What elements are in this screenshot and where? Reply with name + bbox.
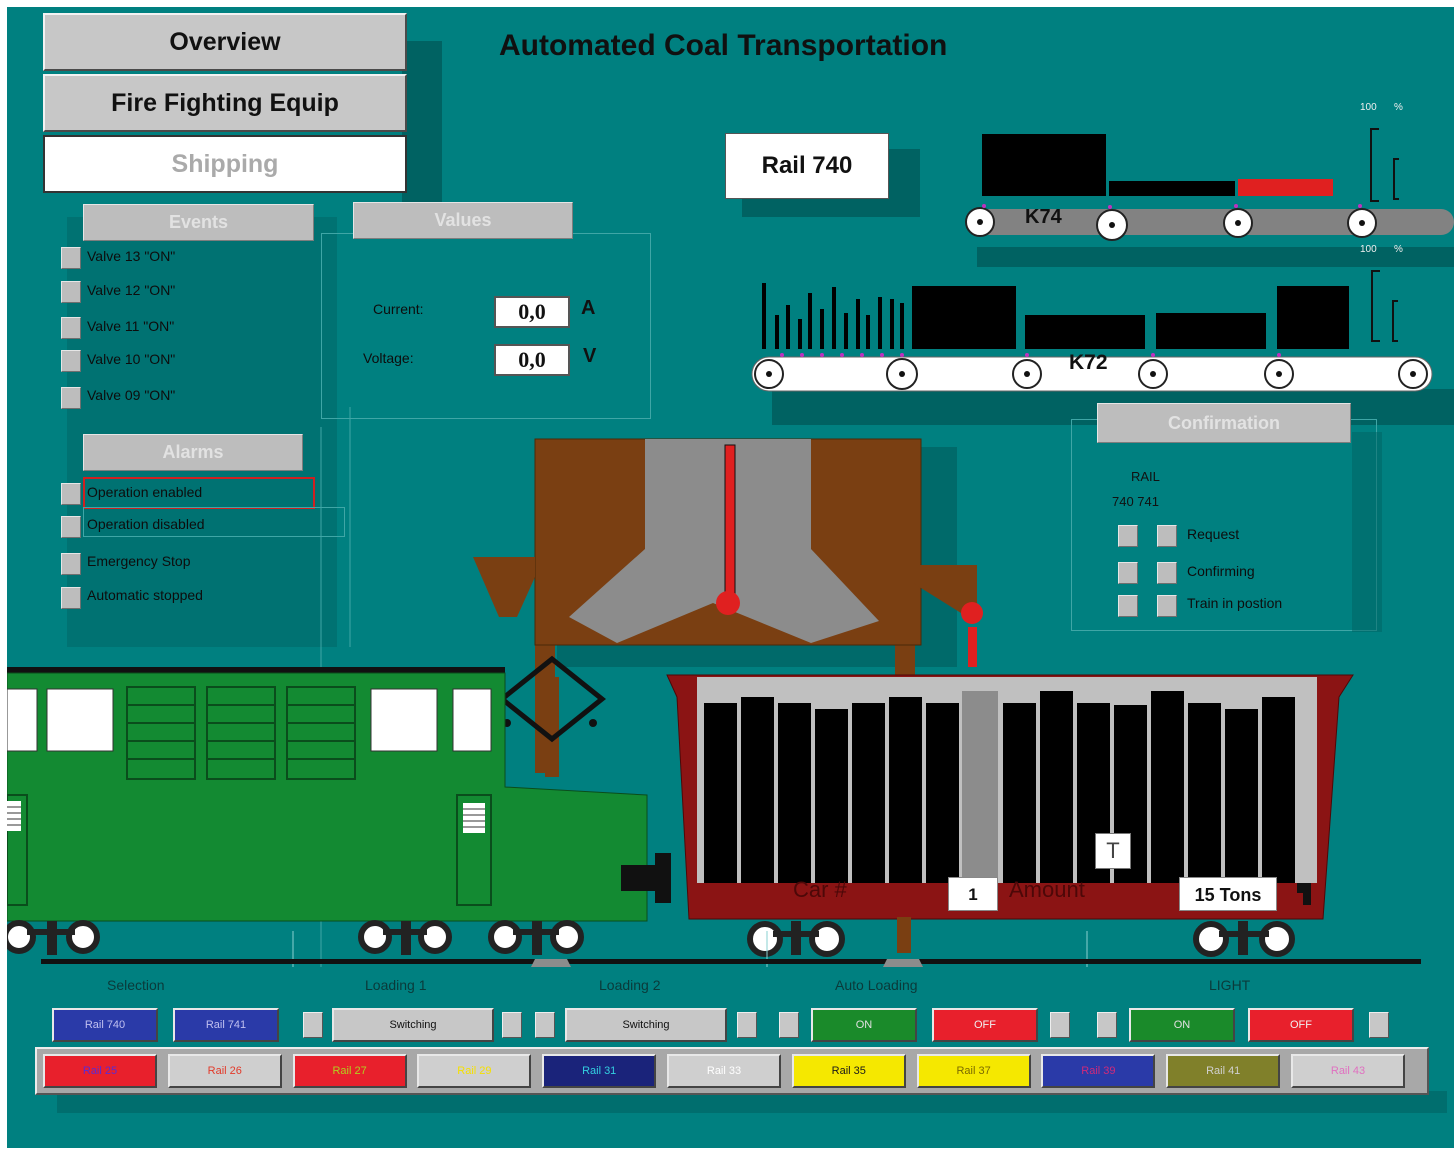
car-number-label: Car # <box>793 877 847 902</box>
rail-button[interactable]: Rail 29 <box>417 1054 532 1088</box>
k74-load-block-red <box>1238 179 1333 196</box>
event-item: Valve 13 "ON" <box>87 248 176 264</box>
amount-label: Amount <box>1009 877 1085 902</box>
k72-scale-max: 100 <box>1360 244 1377 255</box>
values-header: Values <box>353 202 573 239</box>
loading1-indicator[interactable] <box>502 1012 522 1038</box>
loading1-indicator[interactable] <box>303 1012 323 1038</box>
loading2-label: Loading 2 <box>599 977 661 993</box>
rail-button[interactable]: Rail 26 <box>167 1054 282 1088</box>
conveyor-k72 <box>751 270 1454 425</box>
hmi-screen: Overview Fire Fighting Equip Shipping Au… <box>7 7 1454 1148</box>
light-off-button[interactable]: OFF <box>1248 1008 1354 1042</box>
k74-label: K74 <box>1025 206 1062 228</box>
light-indicator[interactable] <box>1097 1012 1117 1038</box>
rail-button[interactable]: Rail 39 <box>1041 1054 1156 1088</box>
rail-button[interactable]: Rail 37 <box>916 1054 1031 1088</box>
events-header: Events <box>83 204 314 241</box>
k74-scale-unit: % <box>1394 102 1403 113</box>
event-item: Valve 10 "ON" <box>87 351 176 367</box>
rail-741-select-button[interactable]: Rail 741 <box>173 1008 279 1042</box>
rail-button[interactable]: Rail 31 <box>542 1054 657 1088</box>
event-item: Valve 09 "ON" <box>87 387 176 403</box>
current-label: Current: <box>373 301 424 317</box>
auto-loading-indicator[interactable] <box>1050 1012 1070 1038</box>
rail-button[interactable]: Rail 33 <box>667 1054 781 1088</box>
page-title: Automated Coal Transportation <box>499 29 948 62</box>
loading1-switching-button[interactable]: Switching <box>332 1008 494 1042</box>
car-number-value: 1 <box>948 877 998 911</box>
auto-loading-on-button[interactable]: ON <box>811 1008 917 1042</box>
selection-label: Selection <box>107 977 165 993</box>
event-checkbox[interactable] <box>61 317 81 339</box>
auto-loading-label: Auto Loading <box>835 977 918 993</box>
voltage-value: 0,0 <box>494 344 570 376</box>
k74-load-block <box>982 134 1106 196</box>
shipping-button[interactable]: Shipping <box>43 135 407 193</box>
loading2-indicator[interactable] <box>737 1012 757 1038</box>
nav-shadow <box>402 41 442 211</box>
light-label: LIGHT <box>1209 977 1251 993</box>
light-indicator[interactable] <box>1369 1012 1389 1038</box>
auto-loading-off-button[interactable]: OFF <box>932 1008 1038 1042</box>
event-checkbox[interactable] <box>61 350 81 372</box>
current-unit: A <box>581 297 596 319</box>
values-outline <box>321 233 651 419</box>
k72-label: K72 <box>1069 351 1108 374</box>
loading1-label: Loading 1 <box>365 977 427 993</box>
k74-scale-max: 100 <box>1360 102 1377 113</box>
fire-fighting-button[interactable]: Fire Fighting Equip <box>43 74 407 132</box>
event-item: Valve 12 "ON" <box>87 282 176 298</box>
k72-scale-unit: % <box>1394 244 1403 255</box>
loading2-indicator[interactable] <box>535 1012 555 1038</box>
light-on-button[interactable]: ON <box>1129 1008 1235 1042</box>
voltage-unit: V <box>583 345 597 367</box>
current-value: 0,0 <box>494 296 570 328</box>
tare-button[interactable]: T <box>1095 833 1131 869</box>
k74-load-block <box>1109 181 1235 196</box>
event-checkbox[interactable] <box>61 387 81 409</box>
overview-button[interactable]: Overview <box>43 13 407 71</box>
event-checkbox[interactable] <box>61 281 81 303</box>
rail-button[interactable]: Rail 35 <box>791 1054 906 1088</box>
auto-loading-indicator[interactable] <box>779 1012 799 1038</box>
rail-button[interactable]: Rail 43 <box>1291 1054 1405 1088</box>
rail-button[interactable]: Rail 41 <box>1166 1054 1281 1088</box>
rail-740-display: Rail 740 <box>725 133 889 199</box>
rail-button[interactable]: Rail 25 <box>43 1054 157 1088</box>
event-item: Valve 11 "ON" <box>87 318 175 334</box>
amount-value: 15 Tons <box>1179 877 1277 911</box>
loading2-switching-button[interactable]: Switching <box>565 1008 727 1042</box>
rail-button[interactable]: Rail 27 <box>292 1054 407 1088</box>
event-checkbox[interactable] <box>61 247 81 269</box>
rail-740-select-button[interactable]: Rail 740 <box>52 1008 158 1042</box>
voltage-label: Voltage: <box>363 350 414 366</box>
